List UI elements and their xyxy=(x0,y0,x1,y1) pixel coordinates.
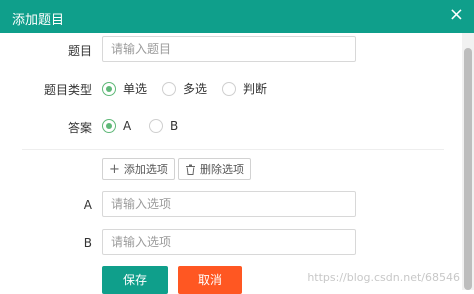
radio-checked-icon xyxy=(102,119,116,133)
option-a-label: A xyxy=(83,198,92,212)
radio-unchecked-icon xyxy=(222,81,236,96)
delete-option-label: 删除选项 xyxy=(200,163,244,176)
radio-checked-icon xyxy=(102,81,116,96)
watermark-text: https://blog.csdn.net/68546 xyxy=(307,271,460,284)
question-label: 题目 xyxy=(67,44,92,58)
trash-icon xyxy=(185,164,196,175)
question-input[interactable] xyxy=(102,36,356,62)
dialog-title: 添加题目 xyxy=(12,13,65,28)
radio-multiple-choice-label: 多选 xyxy=(183,82,208,96)
radio-true-false[interactable]: 判断 xyxy=(222,80,267,97)
radio-single-choice-label: 单选 xyxy=(123,82,148,96)
option-a-input[interactable] xyxy=(102,191,356,217)
radio-answer-a[interactable]: A xyxy=(102,119,131,133)
add-option-button[interactable]: + 添加选项 xyxy=(102,158,175,180)
radio-single-choice[interactable]: 单选 xyxy=(102,80,147,97)
option-b-input[interactable] xyxy=(102,229,356,255)
close-icon[interactable]: × xyxy=(449,6,464,24)
dialog-titlebar: 添加题目 × xyxy=(0,0,474,33)
option-b-label: B xyxy=(83,236,92,250)
add-option-label: 添加选项 xyxy=(123,163,168,176)
delete-option-button[interactable]: 删除选项 xyxy=(178,158,251,180)
answer-label: 答案 xyxy=(67,121,92,135)
question-type-label: 题目类型 xyxy=(43,83,92,97)
radio-unchecked-icon xyxy=(162,81,176,96)
radio-answer-b-label: B xyxy=(170,119,179,133)
radio-unchecked-icon xyxy=(149,119,163,133)
radio-answer-b[interactable]: B xyxy=(149,119,178,133)
divider xyxy=(22,149,444,150)
radio-answer-a-label: A xyxy=(123,119,132,133)
scrollbar-thumb[interactable] xyxy=(464,48,472,290)
radio-true-false-label: 判断 xyxy=(243,82,268,96)
radio-multiple-choice[interactable]: 多选 xyxy=(162,80,207,97)
plus-icon: + xyxy=(109,161,120,177)
